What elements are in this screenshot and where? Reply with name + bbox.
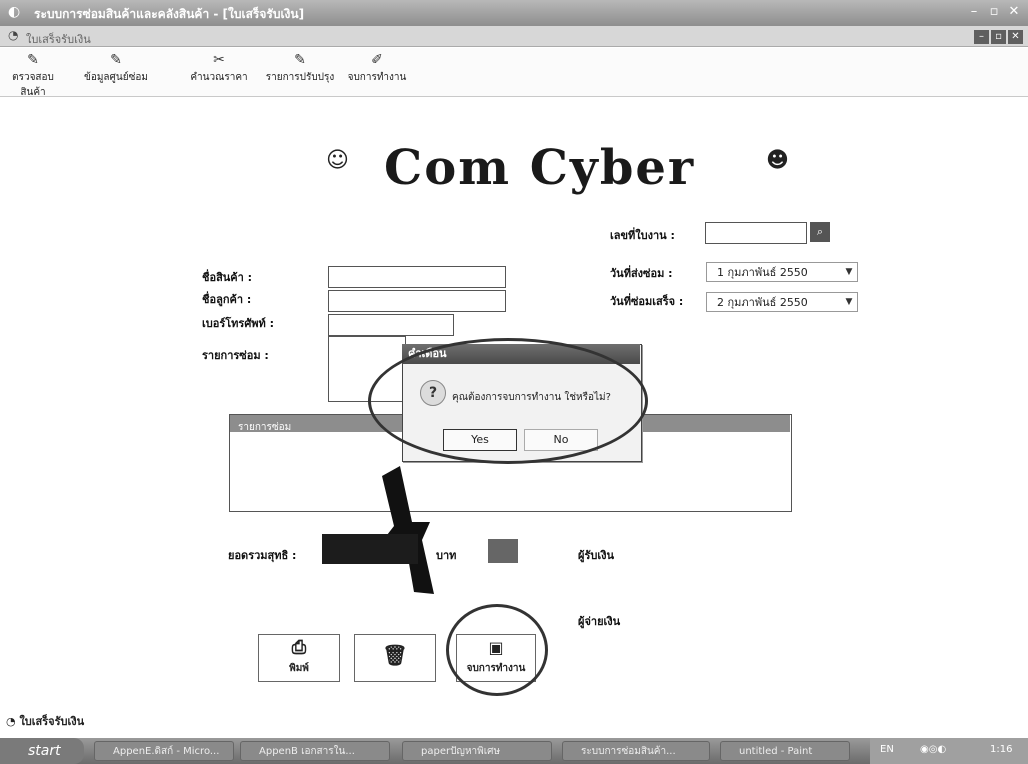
window-title: ระบบการซ่อมสินค้าและคลังสินค้า - [ใบเสร็…	[34, 7, 305, 21]
taskbar-item[interactable]: AppenB เอกสารใน...	[240, 741, 390, 761]
status-icon: ◔	[6, 715, 20, 728]
total-value-box	[322, 534, 418, 564]
mdi-minimize-icon[interactable]: –	[974, 30, 989, 44]
toolbar-label: รายการปรับปรุง	[265, 72, 335, 83]
product-name-input[interactable]	[328, 266, 506, 288]
logo-text: Com Cyber	[384, 140, 696, 196]
product-name-label: ชื่อสินค้า :	[202, 271, 253, 284]
mdi-restore-icon[interactable]: ▫	[991, 30, 1006, 44]
tray-icons: ◉◎◐	[920, 744, 947, 755]
taskbar-item[interactable]: untitled - Paint	[720, 741, 850, 761]
baht-label: บาท	[436, 549, 457, 562]
minimize-icon[interactable]: –	[966, 4, 982, 20]
repair-list-label: รายการซ่อม :	[202, 349, 269, 362]
mdi-close-icon[interactable]: ✕	[1008, 30, 1023, 44]
trash-icon: 🗑	[382, 643, 408, 667]
print-button[interactable]: ⎙ พิมพ์	[258, 634, 340, 682]
print-label: พิมพ์	[289, 663, 309, 674]
mascot-girl-icon: ☻	[766, 148, 789, 173]
maximize-icon[interactable]: ▫	[986, 4, 1002, 20]
job-no-label: เลขที่ใบงาน :	[610, 229, 675, 242]
taskbar-item[interactable]: ระบบการซ่อมสินค้า...	[562, 741, 710, 761]
done-date-label: วันที่ซ่อมเสร็จ :	[610, 295, 684, 308]
toolbar-label: จบการทำงาน	[347, 72, 407, 83]
receiver-label: ผู้รับเงิน	[578, 549, 614, 562]
send-date-value: 1 กุมภาพันธ์ 2550	[717, 266, 808, 279]
app-icon: ◐	[8, 4, 21, 20]
toolbar-label: คำนวณราคา	[190, 72, 248, 83]
close-icon[interactable]: ✕	[1006, 4, 1022, 20]
language-indicator[interactable]: EN	[880, 744, 894, 755]
toolbar-label: ข้อมูลศูนย์ซ่อม	[84, 72, 148, 83]
status-bar: ◔ ใบเสร็จรับเงิน	[6, 712, 84, 730]
mdi-icon: ◔	[8, 28, 19, 42]
mdi-bar	[0, 26, 1028, 47]
tools-icon: ✂	[213, 52, 225, 68]
book-icon: ✎	[27, 52, 39, 68]
phone-input[interactable]	[328, 314, 454, 336]
send-date-label: วันที่ส่งซ่อม :	[610, 267, 673, 280]
payer-label: ผู้จ่ายเงิน	[578, 615, 621, 628]
done-date-value: 2 กุมภาพันธ์ 2550	[717, 296, 808, 309]
toolbar-calculate-price-button[interactable]: ✂ คำนวณราคา	[186, 50, 252, 94]
phone-label: เบอร์โทรศัพท์ :	[202, 317, 275, 330]
done-date-picker[interactable]: 2 กุมภาพันธ์ 2550 ▼	[706, 292, 858, 312]
highlight-ellipse	[368, 338, 648, 464]
clock: 1:16	[990, 744, 1013, 755]
toolbar-updates-button[interactable]: ✎ รายการปรับปรุง	[262, 50, 338, 94]
customer-name-input[interactable]	[328, 290, 506, 312]
status-text: ใบเสร็จรับเงิน	[19, 715, 85, 728]
exit-icon: ✐	[371, 52, 383, 68]
taskbar-item[interactable]: paperปัญหาพิเศษ	[402, 741, 552, 761]
chevron-down-icon: ▼	[845, 297, 853, 307]
highlight-circle	[446, 604, 548, 696]
toolbar-exit-button[interactable]: ✐ จบการทำงาน	[344, 50, 410, 94]
mascot-boy-icon: ☺	[326, 148, 349, 173]
customer-name-label: ชื่อลูกค้า :	[202, 293, 252, 306]
repair-items-header-label: รายการซ่อม	[238, 422, 292, 433]
book-icon: ✎	[110, 52, 122, 68]
book-icon: ✎	[294, 52, 306, 68]
job-no-input[interactable]	[705, 222, 807, 244]
delete-button[interactable]: 🗑	[354, 634, 436, 682]
toolbar-service-center-button[interactable]: ✎ ข้อมูลศูนย์ซ่อม	[74, 50, 158, 94]
search-job-button[interactable]: ⌕	[810, 222, 830, 242]
calc-button[interactable]	[488, 539, 518, 563]
printer-icon: ⎙	[291, 637, 307, 658]
toolbar-label: ตรวจสอบสินค้า	[12, 72, 54, 98]
toolbar-check-product-button[interactable]: ✎ ตรวจสอบสินค้า	[0, 50, 66, 98]
start-button[interactable]: start	[0, 738, 84, 764]
taskbar-item[interactable]: AppenE.ดิสก์ - Micro...	[94, 741, 234, 761]
total-label: ยอดรวมสุทธิ :	[228, 549, 297, 562]
annotation-arrow	[380, 466, 434, 594]
send-date-picker[interactable]: 1 กุมภาพันธ์ 2550 ▼	[706, 262, 858, 282]
chevron-down-icon: ▼	[845, 267, 853, 277]
mdi-title: ใบเสร็จรับเงิน	[26, 33, 91, 46]
